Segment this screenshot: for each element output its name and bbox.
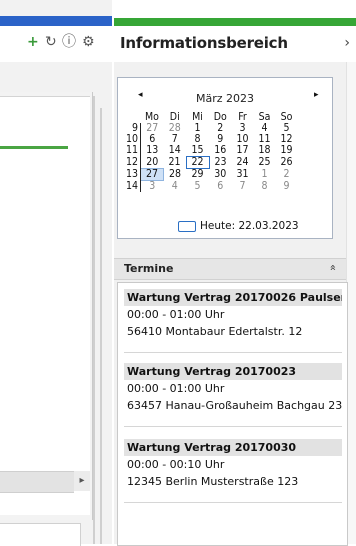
week-number: 11 xyxy=(124,145,141,157)
info-panel-header: Informationsbereich › xyxy=(114,26,356,62)
appointment-title: Wartung Vertrag 20170030 xyxy=(124,439,342,456)
info-header-accent-bar xyxy=(114,18,356,26)
horizontal-scrollbar[interactable] xyxy=(0,471,74,493)
calendar-next-icon[interactable]: ▸ xyxy=(314,90,319,100)
calendar-day[interactable]: 4 xyxy=(164,180,187,193)
splitter-handle[interactable] xyxy=(93,96,95,544)
list-divider xyxy=(124,502,342,503)
calendar-day[interactable]: 6 xyxy=(209,180,232,193)
calendar-week-row: 12 20 21 22 23 24 25 26 xyxy=(124,156,298,169)
calendar-day[interactable]: 2 xyxy=(276,169,298,181)
appointment-address: 63457 Hanau-Großauheim Bachgau 23 xyxy=(127,399,342,412)
appointment-item[interactable]: Wartung Vertrag 20170023 00:00 - 01:00 U… xyxy=(124,363,342,414)
refresh-icon[interactable]: ↻ xyxy=(45,35,57,49)
left-bottom-panel xyxy=(0,523,81,546)
calendar-week-row: 11 13 14 15 16 17 18 19 xyxy=(124,145,298,157)
appointment-list: Wartung Vertrag 20170026 Paulsen, 00:00 … xyxy=(117,282,348,546)
calendar-day[interactable]: 26 xyxy=(276,157,298,169)
appointment-time: 00:00 - 01:00 Uhr xyxy=(127,382,225,395)
calendar-day[interactable]: 7 xyxy=(232,180,254,193)
calendar-day[interactable]: 3 xyxy=(141,181,164,193)
calendar-day[interactable]: 25 xyxy=(254,157,276,169)
appointment-time: 00:00 - 01:00 Uhr xyxy=(127,308,225,321)
collapse-icon[interactable]: » xyxy=(326,264,339,271)
calendar-day[interactable]: 5 xyxy=(186,180,209,193)
today-marker-icon xyxy=(178,220,196,232)
calendar-day[interactable]: 28 xyxy=(164,169,187,181)
today-button[interactable]: Heute: 22.03.2023 xyxy=(178,220,299,232)
calendar-day[interactable]: 14 xyxy=(164,145,187,157)
calendar-day[interactable]: 31 xyxy=(232,169,254,181)
appointment-address: 12345 Berlin Musterstraße 123 xyxy=(127,475,299,488)
calendar-day[interactable]: 15 xyxy=(186,145,209,157)
calendar-day[interactable]: 21 xyxy=(164,157,187,169)
appointment-title: Wartung Vertrag 20170026 Paulsen, xyxy=(124,289,342,306)
info-panel-title: Informationsbereich xyxy=(120,34,288,52)
calendar-day-today[interactable]: 22 xyxy=(185,156,210,169)
chevron-right-icon[interactable]: › xyxy=(344,35,350,51)
list-divider xyxy=(124,426,342,427)
week-number: 13 xyxy=(124,168,141,181)
termine-section-header[interactable]: Termine » xyxy=(114,258,346,280)
calendar-day[interactable]: 29 xyxy=(186,169,209,181)
appointment-address: 56410 Montabaur Edertalstr. 12 xyxy=(127,325,303,338)
calendar-day[interactable]: 18 xyxy=(254,145,276,157)
calendar-day[interactable]: 1 xyxy=(254,169,276,181)
list-divider xyxy=(124,352,342,353)
calendar-day[interactable]: 24 xyxy=(232,157,254,169)
calendar-day[interactable]: 30 xyxy=(209,169,232,181)
scroll-right-icon[interactable]: ▸ xyxy=(74,471,90,491)
appointment-item[interactable]: Wartung Vertrag 20170026 Paulsen, 00:00 … xyxy=(124,289,342,340)
today-label: Heute: 22.03.2023 xyxy=(200,220,299,232)
calendar-day[interactable]: 19 xyxy=(276,145,298,157)
calendar-day[interactable]: 17 xyxy=(232,145,254,157)
progress-line xyxy=(0,146,68,149)
termine-title: Termine xyxy=(124,262,174,275)
add-icon[interactable]: + xyxy=(27,35,39,49)
week-number: 14 xyxy=(124,180,141,192)
calendar-week-row: 13 27 28 29 30 31 1 2 xyxy=(124,168,298,181)
calendar-day[interactable]: 13 xyxy=(141,145,164,157)
calendar-day[interactable]: 9 xyxy=(276,180,298,193)
week-number: 12 xyxy=(124,156,141,169)
calendar-day[interactable]: 20 xyxy=(141,156,164,169)
gear-icon[interactable]: ⚙ xyxy=(82,35,95,49)
appointment-time: 00:00 - 00:10 Uhr xyxy=(127,458,225,471)
left-toolbar: + ↻ ⓘ ⚙ xyxy=(0,26,112,62)
left-header-accent-bar xyxy=(0,16,112,26)
appointment-item[interactable]: Wartung Vertrag 20170030 00:00 - 00:10 U… xyxy=(124,439,342,490)
calendar-month-label[interactable]: März 2023 xyxy=(118,92,332,105)
splitter-handle-secondary[interactable] xyxy=(100,108,102,544)
calendar-grid: Mo Di Mi Do Fr Sa So 9 27 28 1 2 3 4 5 1… xyxy=(124,112,324,192)
calendar-day[interactable]: 23 xyxy=(209,157,232,169)
left-content-area xyxy=(0,96,90,515)
calendar-week-row: 14 3 4 5 6 7 8 9 xyxy=(124,180,298,193)
calendar-day-selected[interactable]: 27 xyxy=(140,168,164,181)
appointment-title: Wartung Vertrag 20170023 xyxy=(124,363,342,380)
calendar-day[interactable]: 16 xyxy=(209,145,232,157)
calendar-day[interactable]: 8 xyxy=(254,180,276,193)
info-icon[interactable]: ⓘ xyxy=(62,35,76,49)
month-calendar[interactable]: ◂ März 2023 ▸ Mo Di Mi Do Fr Sa So 9 27 xyxy=(117,77,333,239)
